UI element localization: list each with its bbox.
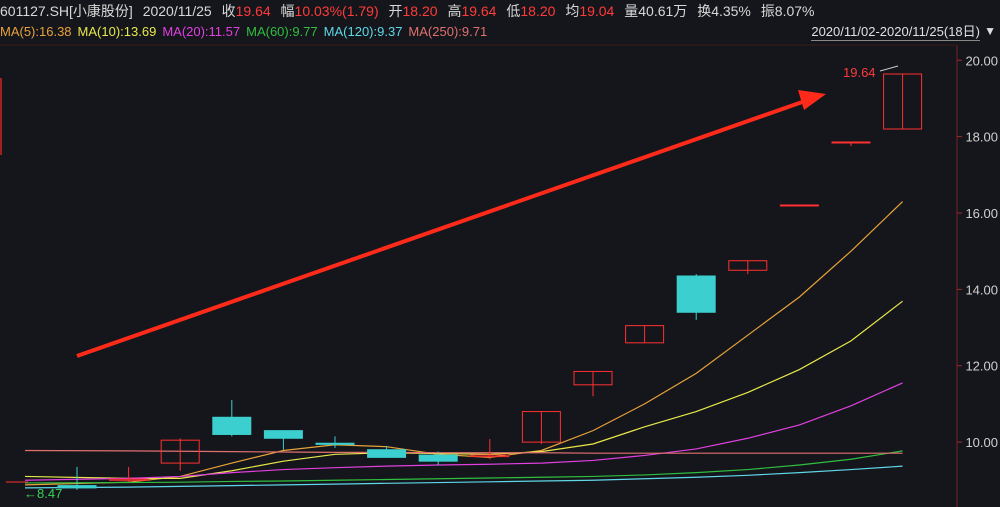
candle-body <box>57 485 97 489</box>
ma-line <box>24 449 903 454</box>
y-tick-label: 18.00 <box>965 130 998 145</box>
candlestick-chart: 10.00 12.00 14.00 16.00 18.00 20.00 19.64 ←8.47 <box>0 44 998 507</box>
high-price-marker: 19.64 <box>843 65 876 80</box>
y-tick-label: 20.00 <box>965 53 998 68</box>
candle-body <box>263 430 303 439</box>
y-tick-label: 14.00 <box>965 282 998 297</box>
candle-body <box>779 204 819 207</box>
candle-body <box>367 449 407 458</box>
candle-body <box>418 454 458 462</box>
trend-arrow-head <box>798 90 826 110</box>
low-price-marker: ←8.47 <box>24 486 62 501</box>
ma-line <box>24 201 904 486</box>
y-tick-label: 10.00 <box>965 435 998 450</box>
ma-line <box>24 382 903 481</box>
trend-arrow-shaft <box>76 98 809 358</box>
candle-body <box>831 141 871 144</box>
candle-body <box>212 416 252 435</box>
candle-body <box>676 275 716 313</box>
high-marker-pointer <box>879 65 899 72</box>
y-tick-label: 12.00 <box>965 359 998 374</box>
candle-body <box>315 442 355 445</box>
y-tick-label: 16.00 <box>965 206 998 221</box>
